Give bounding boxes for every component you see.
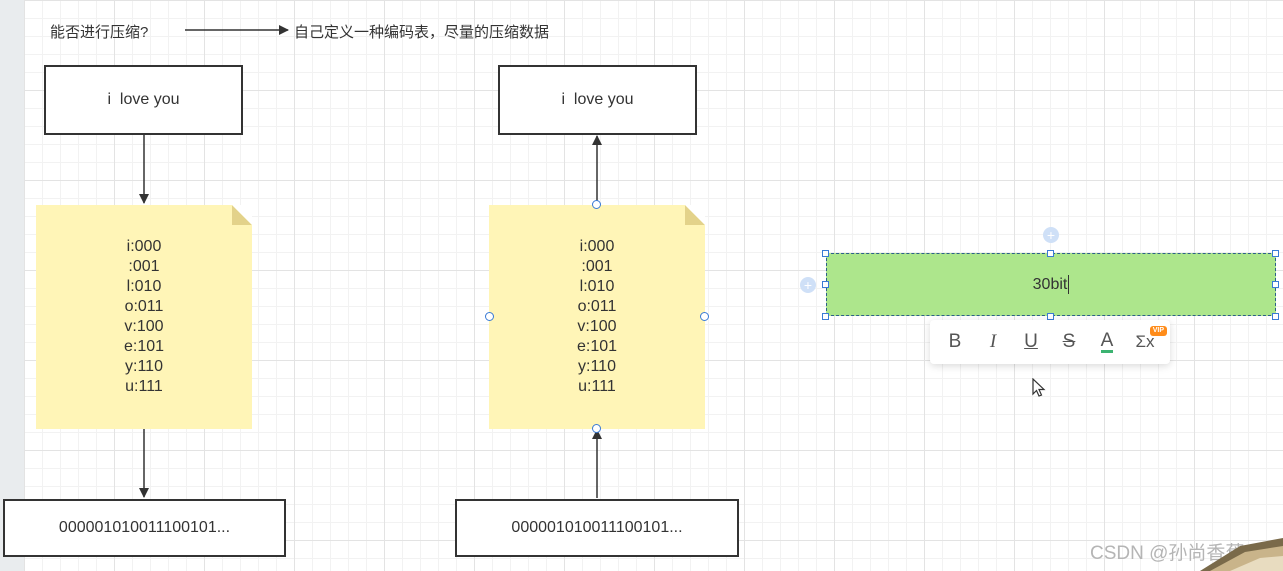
right-encoded-text: 000001010011100101... <box>511 519 683 536</box>
code-entry: i:000 <box>126 238 162 255</box>
code-entry: y:110 <box>125 358 163 375</box>
underline-icon: U <box>1024 331 1038 352</box>
strikethrough-button[interactable]: S <box>1055 328 1083 356</box>
left-code-table-note[interactable]: i:000 :001 l:010 o:011 v:100 e:101 y:110… <box>36 205 252 429</box>
right-decoded-text: i love you <box>561 91 634 108</box>
code-entry: v:100 <box>577 318 617 335</box>
code-entry: e:101 <box>576 338 618 355</box>
add-shape-left-icon[interactable]: + <box>800 277 816 293</box>
code-entry: u:111 <box>125 378 163 395</box>
code-entry: o:011 <box>124 298 164 315</box>
formula-button[interactable]: Σx VIP <box>1131 326 1167 356</box>
code-entry: o:011 <box>577 298 617 315</box>
code-entry: i:000 <box>579 238 615 255</box>
selected-shape[interactable]: 30bit <box>826 253 1276 316</box>
resize-handle-ne[interactable] <box>1272 250 1279 257</box>
code-entry: :001 <box>128 258 160 275</box>
italic-icon: I <box>989 331 997 352</box>
text-format-toolbar: B I U S A Σx VIP <box>930 320 1170 364</box>
font-color-button[interactable]: A <box>1093 328 1121 356</box>
right-code-table-note[interactable]: i:000 :001 l:010 o:011 v:100 e:101 y:110… <box>489 205 705 429</box>
resize-handle-nw[interactable] <box>822 250 829 257</box>
left-source-text: i love you <box>107 91 180 108</box>
code-entry: y:110 <box>578 358 616 375</box>
note-fold-icon <box>232 205 252 225</box>
vip-badge: VIP <box>1149 326 1167 336</box>
text-caret <box>1068 275 1070 294</box>
left-encoded-text: 000001010011100101... <box>58 519 231 536</box>
selected-shape-text[interactable]: 30bit <box>1033 276 1068 294</box>
resize-handle-sw[interactable] <box>822 313 829 320</box>
add-shape-top-icon[interactable]: + <box>1043 227 1059 243</box>
resize-handle-e[interactable] <box>1272 281 1279 288</box>
left-source-text-box[interactable]: i love you <box>44 65 243 135</box>
right-encoded-box[interactable]: 000001010011100101... <box>455 499 739 557</box>
left-encoded-box[interactable]: 000001010011100101... <box>3 499 286 557</box>
bold-button[interactable]: B <box>941 328 969 356</box>
connection-point-top[interactable] <box>592 200 601 209</box>
resize-handle-s[interactable] <box>1047 313 1054 320</box>
strikethrough-icon: S <box>1062 331 1076 352</box>
code-entry: v:100 <box>124 318 164 335</box>
font-color-icon: A <box>1100 329 1114 353</box>
resize-handle-n[interactable] <box>1047 250 1054 257</box>
note-fold-icon <box>685 205 705 225</box>
code-entry: :001 <box>581 258 613 275</box>
resize-handle-w[interactable] <box>822 281 829 288</box>
code-entry: l:010 <box>126 278 162 295</box>
connection-point-bottom[interactable] <box>592 424 601 433</box>
italic-button[interactable]: I <box>979 328 1007 356</box>
underline-button[interactable]: U <box>1017 328 1045 356</box>
code-entry: e:101 <box>123 338 165 355</box>
header-question: 能否进行压缩? <box>50 24 149 41</box>
bold-icon: B <box>948 331 962 352</box>
code-entry: u:111 <box>578 378 616 395</box>
code-entry: l:010 <box>579 278 615 295</box>
connection-point-left[interactable] <box>485 312 494 321</box>
right-decoded-text-box[interactable]: i love you <box>498 65 697 135</box>
corner-image-fragment <box>1200 538 1283 571</box>
connection-point-right[interactable] <box>700 312 709 321</box>
header-answer: 自己定义一种编码表，尽量的压缩数据 <box>294 24 550 41</box>
mouse-cursor-icon <box>1032 378 1046 397</box>
resize-handle-se[interactable] <box>1272 313 1279 320</box>
